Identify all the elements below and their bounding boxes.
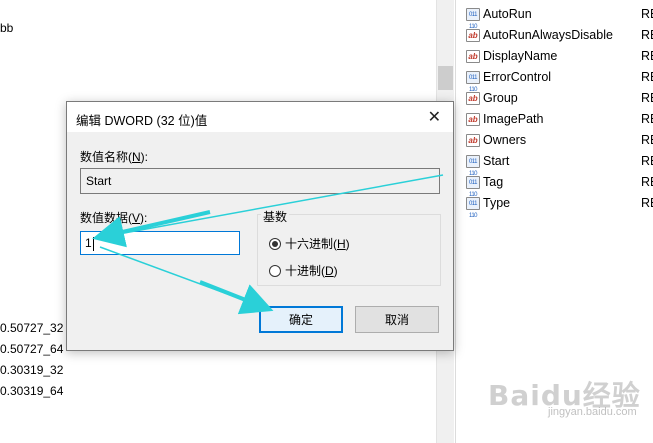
- radio-hexadecimal[interactable]: 十六进制(H): [269, 235, 350, 252]
- ok-button[interactable]: 确定: [259, 306, 343, 333]
- text-caret: [92, 236, 94, 251]
- registry-value-name: Tag: [483, 175, 504, 189]
- binary-value-icon: 011 110: [466, 154, 480, 177]
- cancel-button[interactable]: 取消: [355, 306, 439, 333]
- registry-value-row[interactable]: 011 110 Tag: [466, 172, 504, 198]
- registry-value-row[interactable]: ab AutoRunAlwaysDisable: [466, 25, 613, 45]
- registry-value-type: RE: [641, 28, 653, 42]
- registry-value-name: ErrorControl: [483, 70, 552, 84]
- registry-value-name: Group: [483, 91, 518, 105]
- tree-item-partial[interactable]: 0.50727_64: [0, 342, 63, 356]
- string-value-icon: ab: [466, 28, 480, 42]
- string-value-icon: ab: [466, 112, 480, 126]
- radio-button-icon[interactable]: [269, 237, 281, 250]
- registry-value-type: RE: [641, 70, 653, 84]
- scrollbar-thumb[interactable]: [438, 66, 453, 90]
- radio-button-icon[interactable]: [269, 264, 281, 277]
- registry-value-name: AutoRun: [483, 7, 532, 21]
- radio-decimal[interactable]: 十进制(D): [269, 262, 338, 279]
- value-data-text: 1: [85, 236, 92, 250]
- registry-value-name: Start: [483, 154, 510, 168]
- registry-value-type: RE: [641, 7, 653, 21]
- base-group-title: 基数: [261, 208, 290, 225]
- registry-value-row[interactable]: 011 110 ErrorControl: [466, 67, 552, 93]
- registry-value-type: RE: [641, 49, 653, 63]
- registry-value-type: RE: [641, 175, 653, 189]
- registry-value-name: Type: [483, 196, 511, 210]
- registry-value-type: RE: [641, 91, 653, 105]
- binary-value-icon: 011 110: [466, 196, 480, 219]
- string-value-icon: ab: [466, 49, 480, 63]
- registry-value-row[interactable]: ab Group: [466, 88, 518, 108]
- registry-value-type: RE: [641, 133, 653, 147]
- pane-splitter[interactable]: [455, 0, 456, 443]
- registry-value-type: RE: [641, 112, 653, 126]
- registry-value-type: RE: [641, 196, 653, 210]
- registry-value-name: Owners: [483, 133, 527, 147]
- radio-hex-label: 十六进制(H): [285, 237, 350, 251]
- tree-item-partial[interactable]: 0.30319_64: [0, 384, 63, 398]
- value-data-input[interactable]: 1: [80, 231, 240, 255]
- value-name-field: Start: [80, 168, 440, 194]
- registry-value-row[interactable]: 011 110 Type: [466, 193, 511, 219]
- binary-value-icon: 011 110: [466, 7, 480, 30]
- registry-value-row[interactable]: 011 110 Start: [466, 151, 510, 177]
- dialog-titlebar[interactable]: 编辑 DWORD (32 位)值 ✕: [67, 102, 453, 132]
- dialog-title: 编辑 DWORD (32 位)值: [76, 114, 208, 128]
- binary-value-icon: 011 110: [466, 70, 480, 93]
- registry-value-name: DisplayName: [483, 49, 558, 63]
- registry-value-name: ImagePath: [483, 112, 544, 126]
- value-name-label: 数值名称(N):: [80, 150, 149, 164]
- registry-value-type: RE: [641, 154, 653, 168]
- watermark-url: jingyan.baidu.com: [548, 406, 637, 418]
- string-value-icon: ab: [466, 91, 480, 105]
- registry-value-row[interactable]: ab DisplayName: [466, 46, 557, 66]
- tree-item-partial[interactable]: 0.30319_32: [0, 363, 63, 377]
- edit-dword-dialog: 编辑 DWORD (32 位)值 ✕ 数值名称(N): Start 数值数据(V…: [66, 101, 454, 351]
- value-data-label: 数值数据(V):: [80, 211, 148, 225]
- radio-dec-label: 十进制(D): [285, 264, 338, 278]
- tree-item-partial[interactable]: 0.50727_32: [0, 321, 63, 335]
- registry-value-row[interactable]: 011 110 AutoRun: [466, 4, 532, 30]
- tree-item-partial[interactable]: bb: [0, 21, 13, 35]
- string-value-icon: ab: [466, 133, 480, 147]
- close-icon[interactable]: ✕: [428, 107, 441, 127]
- registry-value-name: AutoRunAlwaysDisable: [483, 28, 613, 42]
- binary-value-icon: 011 110: [466, 175, 480, 198]
- registry-value-row[interactable]: ab Owners: [466, 130, 526, 150]
- registry-value-row[interactable]: ab ImagePath: [466, 109, 543, 129]
